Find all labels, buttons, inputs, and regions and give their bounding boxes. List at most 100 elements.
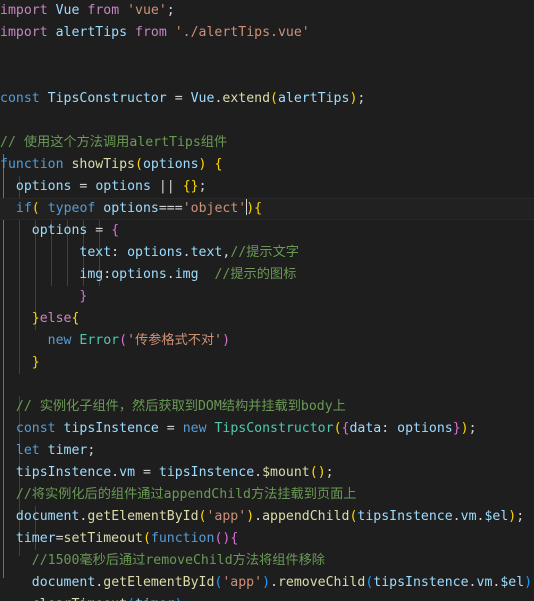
code-line-24[interactable]: document.getElementById('app').appendChi…	[0, 506, 534, 528]
token-el: $el	[500, 575, 525, 590]
token-showtips: showTips	[71, 157, 136, 172]
token-paren: (	[142, 531, 151, 546]
token-vue: Vue	[190, 91, 215, 106]
token-options: options	[15, 179, 72, 194]
token-dot: .	[254, 465, 263, 480]
token-document: document	[15, 509, 80, 524]
token-import: import	[0, 3, 48, 18]
code-editor[interactable]: import Vue from 'vue'; import alertTips …	[0, 0, 534, 601]
token-timer: timer	[15, 531, 56, 546]
token-paren: ()	[309, 465, 326, 480]
token-paren: )	[198, 157, 207, 172]
comment-tip-text: //提示文字	[230, 245, 299, 260]
code-line-27[interactable]: document.getElementById('app').removeChi…	[0, 572, 534, 594]
comment-removechild: //1500毫秒后通过removeChild方法将组件移除	[31, 553, 325, 568]
token-assign: =	[95, 223, 104, 238]
code-line-11[interactable]: options = {	[0, 220, 534, 242]
token-paren: )	[175, 597, 183, 601]
code-line-3-empty[interactable]	[0, 44, 534, 66]
token-paren: )	[460, 421, 469, 436]
code-line-21[interactable]: let timer;	[0, 440, 534, 462]
code-line-22[interactable]: tipsInstence.vm = tipsInstence.$mount();	[0, 462, 534, 484]
token-vue-module: 'vue'	[127, 3, 167, 18]
token-tipsinstence: tipsInstence	[15, 465, 112, 480]
token-assign: =	[142, 465, 151, 480]
token-semicolon: ;	[198, 179, 207, 194]
token-dot: .	[452, 509, 461, 524]
code-line-6-empty[interactable]	[0, 110, 534, 132]
comment-instantiate: // 实例化子组件，然后获取到DOM结构并挂载到body上	[15, 399, 346, 414]
token-brace: {	[230, 531, 239, 546]
token-getelementbyid: getElementById	[87, 509, 199, 524]
token-paren: (	[333, 421, 342, 436]
code-line-14[interactable]: }	[0, 286, 534, 308]
code-line-20[interactable]: const tipsInstence = new TipsConstructor…	[0, 418, 534, 440]
token-options: options	[111, 267, 167, 282]
code-line-10-active[interactable]: if( typeof options==='object'){	[0, 198, 534, 220]
token-paren: (	[135, 157, 143, 172]
code-line-2[interactable]: import alertTips from './alertTips.vue'	[0, 22, 534, 44]
code-line-1[interactable]: import Vue from 'vue';	[0, 0, 534, 22]
token-app-id: 'app'	[222, 575, 263, 590]
code-line-13[interactable]: img:options.img //提示的图标	[0, 264, 534, 286]
token-settimeout: setTimeout	[63, 531, 143, 546]
token-paren: )	[246, 509, 255, 524]
token-paren: )	[246, 201, 255, 216]
token-dot: .	[111, 465, 120, 480]
token-appendchild: appendChild	[262, 509, 350, 524]
code-line-23-comment[interactable]: //将实例化后的组件通过appendChild方法挂载到页面上	[0, 484, 534, 506]
token-paren: (	[127, 597, 135, 601]
code-line-4-empty[interactable]	[0, 66, 534, 88]
token-img-key: img	[79, 267, 104, 282]
code-line-17[interactable]: }	[0, 352, 534, 374]
token-paren: ()	[214, 531, 231, 546]
token-mount: $mount	[262, 465, 310, 480]
token-colon: :	[381, 421, 390, 436]
token-vue: Vue	[55, 3, 80, 18]
code-line-19-comment[interactable]: // 实例化子组件，然后获取到DOM结构并挂载到body上	[0, 396, 534, 418]
token-el: $el	[484, 509, 509, 524]
code-line-7-comment[interactable]: // 使用这个方法调用alertTips组件	[0, 132, 534, 154]
token-vm: vm	[119, 465, 136, 480]
token-paren: )	[222, 333, 231, 348]
code-line-8[interactable]: function showTips(options) {	[0, 154, 534, 176]
code-line-9[interactable]: options = options || {};	[0, 176, 534, 198]
token-tipsconstructor: TipsConstructor	[214, 421, 334, 436]
token-semicolon: ;	[183, 597, 191, 601]
token-text-prop: text	[190, 245, 223, 260]
token-options: options	[95, 179, 151, 194]
token-semicolon: ;	[516, 509, 525, 524]
token-brace: }	[452, 421, 461, 436]
code-line-12[interactable]: text: options.text,//提示文字	[0, 242, 534, 264]
token-paren: )	[262, 575, 271, 590]
token-error: Error	[79, 333, 120, 348]
code-line-25[interactable]: timer=setTimeout(function(){	[0, 528, 534, 550]
token-dot: .	[254, 509, 263, 524]
token-new: new	[182, 421, 207, 436]
token-timer: timer	[47, 443, 88, 458]
token-options: options	[103, 201, 159, 216]
token-paren: (	[270, 91, 278, 106]
token-tipsinstence: tipsInstence	[63, 421, 159, 436]
token-img-prop: img	[174, 267, 199, 282]
token-brace: {	[254, 201, 263, 216]
code-line-26-comment[interactable]: //1500毫秒后通过removeChild方法将组件移除	[0, 550, 534, 572]
token-brace: {	[111, 223, 120, 238]
code-line-28[interactable]: clearTimeout(timer);	[0, 594, 534, 601]
token-else: else	[39, 311, 72, 326]
token-function: function	[150, 531, 215, 546]
token-tipsinstence: tipsInstence	[158, 465, 255, 480]
token-semicolon: ;	[357, 91, 366, 106]
token-const: const	[15, 421, 56, 436]
token-error-message: '传参格式不对'	[127, 333, 223, 348]
code-lines[interactable]: import Vue from 'vue'; import alertTips …	[0, 0, 534, 601]
token-const: const	[0, 91, 40, 106]
code-line-15[interactable]: }else{	[0, 308, 534, 330]
token-brace: {	[214, 157, 223, 172]
code-line-16[interactable]: new Error('传参格式不对')	[0, 330, 534, 352]
token-paren: (	[119, 333, 128, 348]
token-dot: .	[270, 575, 278, 590]
code-line-5[interactable]: const TipsConstructor = Vue.extend(alert…	[0, 88, 534, 110]
code-line-18-empty[interactable]	[0, 374, 534, 396]
token-options: options	[127, 245, 183, 260]
